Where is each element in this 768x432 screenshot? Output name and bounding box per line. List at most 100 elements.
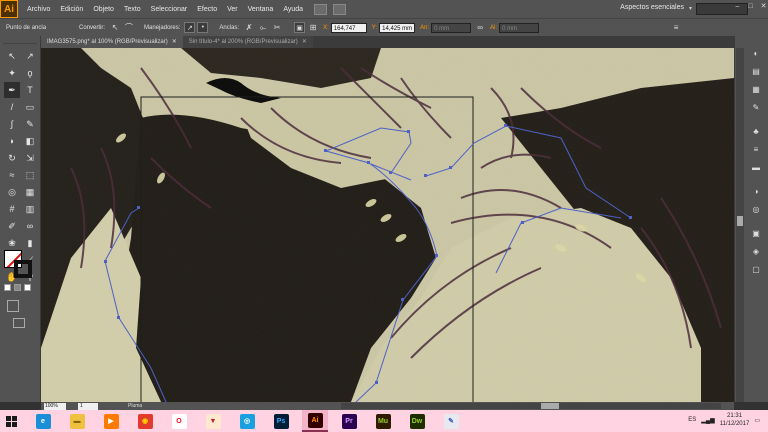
selection-tool-icon[interactable]: ↖ (4, 48, 20, 64)
taskbar-muse[interactable]: Mu (370, 410, 396, 432)
free-transform-tool-icon[interactable]: ⬚ (22, 167, 38, 183)
notifications-icon[interactable]: ▭ (754, 417, 760, 424)
remove-anchor-icon[interactable]: ✗ (244, 23, 254, 33)
panel-grip[interactable] (3, 38, 37, 44)
close-button[interactable]: ✕ (759, 2, 768, 11)
cut-path-icon[interactable]: ✂ (272, 23, 282, 33)
taskbar-media-player[interactable]: ▶ (98, 410, 124, 432)
type-tool-icon[interactable]: T (22, 82, 38, 98)
isolate-button[interactable]: ▣ (294, 22, 306, 33)
width-tool-icon[interactable]: ≈ (4, 167, 20, 183)
brushes-icon[interactable]: ✎ (749, 100, 763, 114)
taskbar-photoshop[interactable]: Ps (268, 410, 294, 432)
network-icon[interactable]: ▂▄▆ (701, 417, 714, 424)
color-button[interactable] (4, 284, 11, 291)
start-button[interactable] (0, 410, 22, 432)
maximize-button[interactable]: □ (746, 2, 755, 11)
symbol-sprayer-tool-icon[interactable]: ❀ (4, 235, 20, 251)
eraser-tool-icon[interactable]: ◧ (22, 133, 38, 149)
width-field[interactable]: 0 mm (431, 22, 472, 33)
color-guide-icon[interactable]: ▤ (749, 64, 763, 78)
draw-mode-icon[interactable] (7, 300, 19, 312)
layers-icon[interactable]: ◈ (749, 244, 763, 258)
gradient-panel-icon[interactable]: ▬ (749, 160, 763, 174)
column-graph-tool-icon[interactable]: ▮ (22, 235, 38, 251)
convert-smooth-icon[interactable]: ⌒ (124, 23, 134, 33)
none-button[interactable] (24, 284, 31, 291)
link-icon[interactable]: ∞ (475, 23, 485, 33)
scale-tool-icon[interactable]: ⇲ (22, 150, 38, 166)
show-handles-button[interactable]: ↗ (184, 22, 196, 33)
menu-texto[interactable]: Texto (119, 6, 146, 13)
graphic-styles-icon[interactable]: ▣ (749, 226, 763, 240)
align-icon[interactable]: ⊞ (308, 23, 318, 33)
taskbar-file-explorer[interactable]: ▬ (64, 410, 90, 432)
menu-objeto[interactable]: Objeto (88, 6, 119, 13)
artboard-canvas[interactable] (41, 48, 734, 402)
blend-tool-icon[interactable]: ∞ (22, 218, 38, 234)
fill-stroke-swatch[interactable] (4, 250, 34, 280)
close-icon[interactable]: ✕ (302, 36, 307, 48)
artboard-navigator[interactable]: 1 (78, 402, 98, 410)
taskbar-popcorn[interactable]: ▼ (200, 410, 226, 432)
stroke-swatch[interactable] (14, 260, 32, 278)
menu-archivo[interactable]: Archivo (22, 6, 55, 13)
tab-imag3575[interactable]: IMAG3575.png* al 100% (RGB/Previsualizar… (41, 36, 183, 48)
connect-anchors-icon[interactable]: ⟜ (258, 23, 268, 33)
appearance-icon[interactable]: ◎ (749, 202, 763, 216)
gradient-button[interactable] (14, 284, 21, 291)
chevron-down-icon[interactable]: ▾ (689, 5, 692, 12)
blob-brush-tool-icon[interactable]: ◗ (4, 133, 20, 149)
transparency-icon[interactable]: ◑ (749, 184, 763, 198)
swatches-icon[interactable]: ▦ (749, 82, 763, 96)
pen-tool-icon[interactable]: ✒ (4, 82, 20, 98)
workspace-switcher[interactable]: Aspectos esenciales (620, 4, 684, 11)
rectangle-tool-icon[interactable]: ▭ (22, 99, 38, 115)
minimize-button[interactable]: – (733, 2, 742, 11)
panel-menu-icon[interactable]: ≡ (671, 23, 681, 33)
perspective-grid-tool-icon[interactable]: ▦ (22, 184, 38, 200)
stroke-panel-icon[interactable]: ≡ (749, 142, 763, 156)
taskbar-network-app[interactable]: ◎ (234, 410, 260, 432)
vertical-scrollbar[interactable] (736, 48, 744, 402)
shape-builder-tool-icon[interactable]: ◎ (4, 184, 20, 200)
menu-ayuda[interactable]: Ayuda (278, 6, 308, 13)
artboards-icon[interactable]: ▢ (749, 262, 763, 276)
eyedropper-tool-icon[interactable]: ✐ (4, 218, 20, 234)
direct-selection-tool-icon[interactable]: ↗ (22, 48, 38, 64)
taskbar-dreamweaver[interactable]: Dw (404, 410, 430, 432)
convert-corner-icon[interactable]: ↖ (110, 23, 120, 33)
horizontal-scrollbar[interactable] (341, 403, 721, 409)
taskbar-chrome[interactable]: ◉ (132, 410, 158, 432)
pencil-tool-icon[interactable]: ✎ (22, 116, 38, 132)
magic-wand-tool-icon[interactable]: ✦ (4, 65, 20, 81)
y-field[interactable]: 14,425 mm (379, 22, 416, 33)
paintbrush-tool-icon[interactable]: ∫ (4, 116, 20, 132)
x-field[interactable]: 164,747 mm (330, 22, 367, 42)
clock[interactable]: 21:31 11/12/2017 (720, 412, 750, 428)
menu-seleccionar[interactable]: Seleccionar (146, 6, 193, 13)
zoom-field[interactable]: 100% (44, 402, 66, 410)
arrange-documents-icon[interactable] (333, 3, 347, 15)
scroll-thumb[interactable] (737, 216, 743, 226)
taskbar-internet-explorer[interactable]: e (30, 410, 56, 432)
hide-handles-button[interactable]: • (197, 22, 209, 33)
scroll-thumb[interactable] (541, 403, 559, 409)
menu-ver[interactable]: Ver (222, 6, 243, 13)
menu-efecto[interactable]: Efecto (192, 6, 222, 13)
line-tool-icon[interactable]: / (4, 99, 20, 115)
taskbar-opera[interactable]: O (166, 410, 192, 432)
taskbar-paint[interactable]: ✎ (438, 410, 464, 432)
rotate-tool-icon[interactable]: ↻ (4, 150, 20, 166)
height-field[interactable]: 0 mm (499, 22, 540, 33)
screen-mode-icon[interactable] (13, 318, 25, 328)
menu-edición[interactable]: Edición (55, 6, 88, 13)
menu-ventana[interactable]: Ventana (243, 6, 279, 13)
mesh-tool-icon[interactable]: # (4, 201, 20, 217)
tab-sin-titulo-4[interactable]: Sin título-4* al 200% (RGB/Previsualizar… (182, 36, 313, 48)
language-indicator[interactable]: ES (688, 417, 696, 423)
taskbar-premiere[interactable]: Pr (336, 410, 362, 432)
gradient-tool-icon[interactable]: ▥ (22, 201, 38, 217)
lasso-tool-icon[interactable]: ϙ (22, 65, 38, 81)
symbols-icon[interactable]: ♣ (749, 124, 763, 138)
